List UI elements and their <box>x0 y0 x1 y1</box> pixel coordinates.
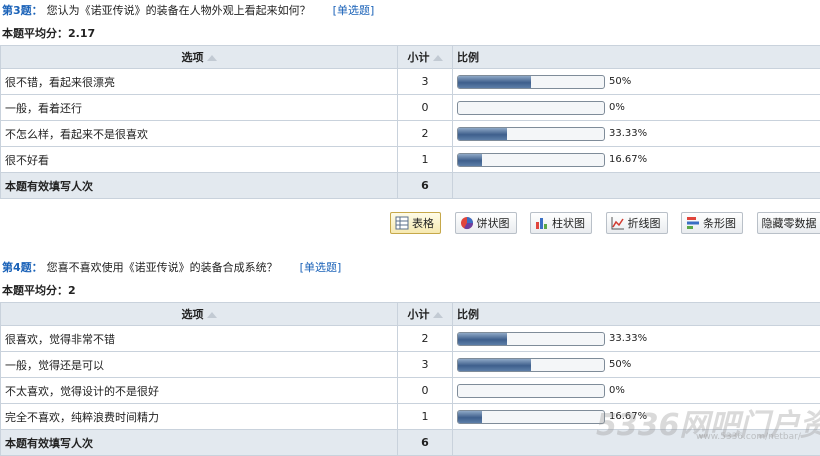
table-header-row: 选项 小计 比例 <box>1 303 820 326</box>
ratio-cell: 50% <box>453 69 820 95</box>
percent-label: 0% <box>609 385 625 396</box>
count-cell: 0 <box>398 95 453 121</box>
table-row: 不怎么样，看起来不是很喜欢 2 33.33% <box>1 121 820 147</box>
progress-bar <box>457 127 605 141</box>
option-text: 一般，觉得还是可以 <box>1 352 398 378</box>
progress-bar <box>457 75 605 89</box>
percent-label: 33.33% <box>609 128 647 139</box>
count-cell: 3 <box>398 352 453 378</box>
progress-fill <box>458 128 507 140</box>
count-cell: 0 <box>398 378 453 404</box>
table-icon <box>395 216 409 230</box>
table-row: 很喜欢，觉得非常不错 2 33.33% <box>1 326 820 352</box>
line-chart-icon <box>611 216 625 230</box>
column-header-count[interactable]: 小计 <box>398 46 453 69</box>
count-cell: 1 <box>398 404 453 430</box>
option-text: 很不错，看起来很漂亮 <box>1 69 398 95</box>
column-header-ratio: 比例 <box>453 303 820 326</box>
count-cell: 1 <box>398 147 453 173</box>
count-cell: 2 <box>398 326 453 352</box>
question-title: 您喜不喜欢使用《诺亚传说》的装备合成系统？ <box>47 261 278 274</box>
average-score: 本题平均分：2.17 <box>2 25 95 41</box>
sort-arrow-icon <box>433 312 443 318</box>
ratio-cell: 0% <box>453 95 820 121</box>
percent-label: 16.67% <box>609 154 647 165</box>
results-table-q3: 选项 小计 比例 很不错，看起来很漂亮 3 50% 一般，看着还行 0 0% 不… <box>0 45 820 199</box>
column-chart-icon <box>535 216 549 230</box>
column-chart-button[interactable]: 柱状图 <box>530 212 592 234</box>
table-view-button[interactable]: 表格 <box>390 212 441 234</box>
average-score: 本题平均分：2 <box>2 282 76 298</box>
question-title: 您认为《诺亚传说》的装备在人物外观上看起来如何？ <box>47 4 311 17</box>
table-row: 很不好看 1 16.67% <box>1 147 820 173</box>
percent-label: 33.33% <box>609 333 647 344</box>
bar-chart-icon <box>686 216 700 230</box>
total-label: 本题有效填写人次 <box>1 173 398 199</box>
sort-arrow-icon <box>207 312 217 318</box>
progress-bar <box>457 101 605 115</box>
table-row: 很不错，看起来很漂亮 3 50% <box>1 69 820 95</box>
bar-chart-button[interactable]: 条形图 <box>681 212 743 234</box>
total-ratio-cell <box>453 173 820 199</box>
option-text: 很不好看 <box>1 147 398 173</box>
question-number: 第4题： <box>2 261 43 274</box>
table-row: 一般，觉得还是可以 3 50% <box>1 352 820 378</box>
progress-bar <box>457 153 605 167</box>
question-type-link[interactable]: [单选题] <box>333 4 375 17</box>
percent-label: 50% <box>609 76 631 87</box>
pie-chart-icon <box>460 216 474 230</box>
percent-label: 50% <box>609 359 631 370</box>
pie-chart-button[interactable]: 饼状图 <box>455 212 517 234</box>
total-count: 6 <box>398 173 453 199</box>
ratio-cell: 50% <box>453 352 820 378</box>
hide-zero-data-button[interactable]: 隐藏零数据 <box>757 212 820 234</box>
progress-fill <box>458 76 531 88</box>
question-4-header: 第4题： 您喜不喜欢使用《诺亚传说》的装备合成系统？ [单选题] <box>2 259 341 275</box>
progress-fill <box>458 411 482 423</box>
question-type-link[interactable]: [单选题] <box>300 261 342 274</box>
question-3-header: 第3题： 您认为《诺亚传说》的装备在人物外观上看起来如何？ [单选题] <box>2 2 374 18</box>
table-row: 一般，看着还行 0 0% <box>1 95 820 121</box>
table-header-row: 选项 小计 比例 <box>1 46 820 69</box>
progress-fill <box>458 333 507 345</box>
sort-arrow-icon <box>207 55 217 61</box>
count-cell: 2 <box>398 121 453 147</box>
option-text: 一般，看着还行 <box>1 95 398 121</box>
ratio-cell: 33.33% <box>453 326 820 352</box>
watermark-url: www.5336.com/netbar/ <box>696 432 801 442</box>
progress-fill <box>458 359 531 371</box>
total-row: 本题有效填写人次 6 <box>1 173 820 199</box>
sort-arrow-icon <box>433 55 443 61</box>
chart-toolbar: 表格 饼状图 柱状图 折线图 条形图 隐藏零数据 <box>390 212 820 238</box>
progress-bar <box>457 384 605 398</box>
progress-fill <box>458 154 482 166</box>
progress-bar <box>457 410 605 424</box>
option-text: 不怎么样，看起来不是很喜欢 <box>1 121 398 147</box>
progress-bar <box>457 332 605 346</box>
option-text: 完全不喜欢，纯粹浪费时间精力 <box>1 404 398 430</box>
question-number: 第3题： <box>2 4 43 17</box>
line-chart-button[interactable]: 折线图 <box>606 212 668 234</box>
percent-label: 0% <box>609 102 625 113</box>
column-header-option[interactable]: 选项 <box>1 46 398 69</box>
option-text: 很喜欢，觉得非常不错 <box>1 326 398 352</box>
column-header-count[interactable]: 小计 <box>398 303 453 326</box>
option-text: 不太喜欢，觉得设计的不是很好 <box>1 378 398 404</box>
ratio-cell: 16.67% <box>453 147 820 173</box>
count-cell: 3 <box>398 69 453 95</box>
column-header-option[interactable]: 选项 <box>1 303 398 326</box>
column-header-ratio: 比例 <box>453 46 820 69</box>
ratio-cell: 33.33% <box>453 121 820 147</box>
progress-bar <box>457 358 605 372</box>
